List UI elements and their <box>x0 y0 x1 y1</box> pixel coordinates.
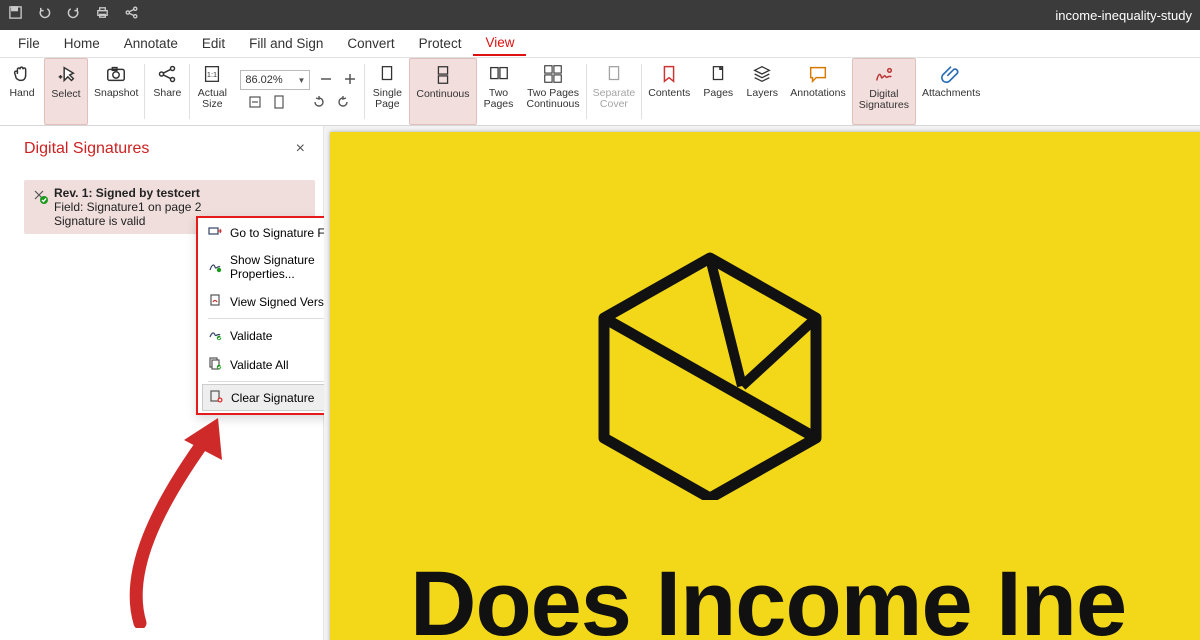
document-headline: Does Income Ine <box>410 552 1126 640</box>
panel-title: Digital Signatures <box>24 140 149 158</box>
share-nodes-icon <box>156 62 178 86</box>
two-pages-continuous-button[interactable]: Two Pages Continuous <box>521 58 586 125</box>
zoom-input[interactable]: 86.02% ▼ <box>240 70 310 90</box>
two-pages-cont-label: Two Pages Continuous <box>527 88 580 110</box>
hand-label: Hand <box>9 88 34 99</box>
pages-button[interactable]: Pages <box>696 58 740 125</box>
menu-edit[interactable]: Edit <box>190 32 237 55</box>
contents-button[interactable]: Contents <box>642 58 696 125</box>
menu-fill-and-sign[interactable]: Fill and Sign <box>237 32 335 55</box>
signature-entry-status: Signature is valid <box>54 214 201 228</box>
signature-icon <box>873 63 895 87</box>
document-hexagon-logo <box>570 240 850 500</box>
separate-cover-icon <box>603 62 625 86</box>
chevron-down-icon: ▼ <box>297 76 305 85</box>
zoom-group: 86.02% ▼ <box>234 58 364 125</box>
menu-file[interactable]: File <box>6 32 52 55</box>
actual-size-button[interactable]: 1:1 Actual Size <box>190 58 234 125</box>
layers-button[interactable]: Layers <box>740 58 784 125</box>
annotations-button[interactable]: Annotations <box>784 58 851 125</box>
continuous-icon <box>432 63 454 87</box>
menu-home[interactable]: Home <box>52 32 112 55</box>
save-icon[interactable] <box>8 5 23 25</box>
digital-signatures-panel: Digital Signatures × Rev. 1: Signed by t… <box>0 126 324 640</box>
validate-icon <box>208 327 222 344</box>
digital-signatures-label: Digital Signatures <box>859 89 909 111</box>
hand-tool-button[interactable]: Hand <box>0 58 44 125</box>
contents-label: Contents <box>648 88 690 99</box>
two-pages-label: Two Pages <box>484 88 514 110</box>
titlebar: income-inequality-study <box>0 0 1200 30</box>
properties-icon <box>208 259 222 276</box>
single-page-label: Single Page <box>373 88 402 110</box>
undo-icon[interactable] <box>37 5 52 25</box>
attachments-label: Attachments <box>922 88 980 99</box>
select-icon <box>55 63 77 87</box>
ribbon: Hand Select Snapshot Share 1:1 Actual Si… <box>0 58 1200 126</box>
hand-icon <box>11 62 33 86</box>
document-title: income-inequality-study <box>1055 8 1192 23</box>
signature-entry-title: Rev. 1: Signed by testcert <box>54 186 200 200</box>
single-page-button[interactable]: Single Page <box>365 58 409 125</box>
pdf-page: Does Income Ine <box>330 132 1200 640</box>
annotations-label: Annotations <box>790 88 845 99</box>
redo-icon[interactable] <box>66 5 81 25</box>
view-signed-icon <box>208 293 222 310</box>
select-label: Select <box>51 89 80 100</box>
zoom-out-button[interactable] <box>318 71 334 90</box>
print-icon[interactable] <box>95 5 110 25</box>
snapshot-button[interactable]: Snapshot <box>88 58 144 125</box>
validate-all-icon <box>208 356 222 373</box>
single-page-icon <box>376 62 398 86</box>
zoom-value: 86.02% <box>245 74 282 86</box>
menu-validate-all-label: Validate All <box>230 358 288 372</box>
attachments-button[interactable]: Attachments <box>916 58 986 125</box>
document-viewer[interactable]: Does Income Ine <box>324 126 1200 640</box>
pages-icon <box>707 62 729 86</box>
svg-text:1:1: 1:1 <box>207 70 217 79</box>
share-icon[interactable] <box>124 5 139 25</box>
comment-icon <box>807 62 829 86</box>
actual-size-icon: 1:1 <box>201 62 223 86</box>
workspace: Digital Signatures × Rev. 1: Signed by t… <box>0 126 1200 640</box>
rotate-left-icon[interactable] <box>311 94 327 113</box>
rotate-right-icon[interactable] <box>335 94 351 113</box>
share-label: Share <box>153 88 181 99</box>
menu-bar: File Home Annotate Edit Fill and Sign Co… <box>0 30 1200 58</box>
fit-page-icon[interactable] <box>271 94 287 113</box>
layers-icon <box>751 62 773 86</box>
two-pages-icon <box>488 62 510 86</box>
menu-annotate[interactable]: Annotate <box>112 32 190 55</box>
zoom-in-button[interactable] <box>342 71 358 90</box>
fit-width-icon[interactable] <box>247 94 263 113</box>
snapshot-label: Snapshot <box>94 88 138 99</box>
clear-signature-icon <box>209 389 223 406</box>
continuous-label: Continuous <box>416 89 469 100</box>
layers-label: Layers <box>747 88 779 99</box>
digital-signatures-button[interactable]: Digital Signatures <box>852 58 916 125</box>
separate-cover-label: Separate Cover <box>593 88 636 110</box>
menu-validate-label: Validate <box>230 329 272 343</box>
paperclip-icon <box>940 62 962 86</box>
separate-cover-button[interactable]: Separate Cover <box>587 58 642 125</box>
pages-label: Pages <box>703 88 733 99</box>
select-tool-button[interactable]: Select <box>44 58 88 125</box>
menu-convert[interactable]: Convert <box>335 32 406 55</box>
go-to-field-icon <box>208 224 222 241</box>
menu-clear-label: Clear Signature <box>231 391 314 405</box>
annotation-arrow-icon <box>110 398 250 628</box>
menu-protect[interactable]: Protect <box>407 32 474 55</box>
share-button[interactable]: Share <box>145 58 189 125</box>
camera-icon <box>105 62 127 86</box>
menu-view[interactable]: View <box>473 31 526 56</box>
actual-size-label: Actual Size <box>198 88 227 110</box>
two-pages-cont-icon <box>542 62 564 86</box>
close-panel-button[interactable]: × <box>296 140 305 158</box>
bookmark-icon <box>658 62 680 86</box>
continuous-button[interactable]: Continuous <box>409 58 476 125</box>
signature-entry-field: Field: Signature1 on page 2 <box>54 200 201 214</box>
two-pages-button[interactable]: Two Pages <box>477 58 521 125</box>
signature-valid-icon <box>32 188 48 230</box>
